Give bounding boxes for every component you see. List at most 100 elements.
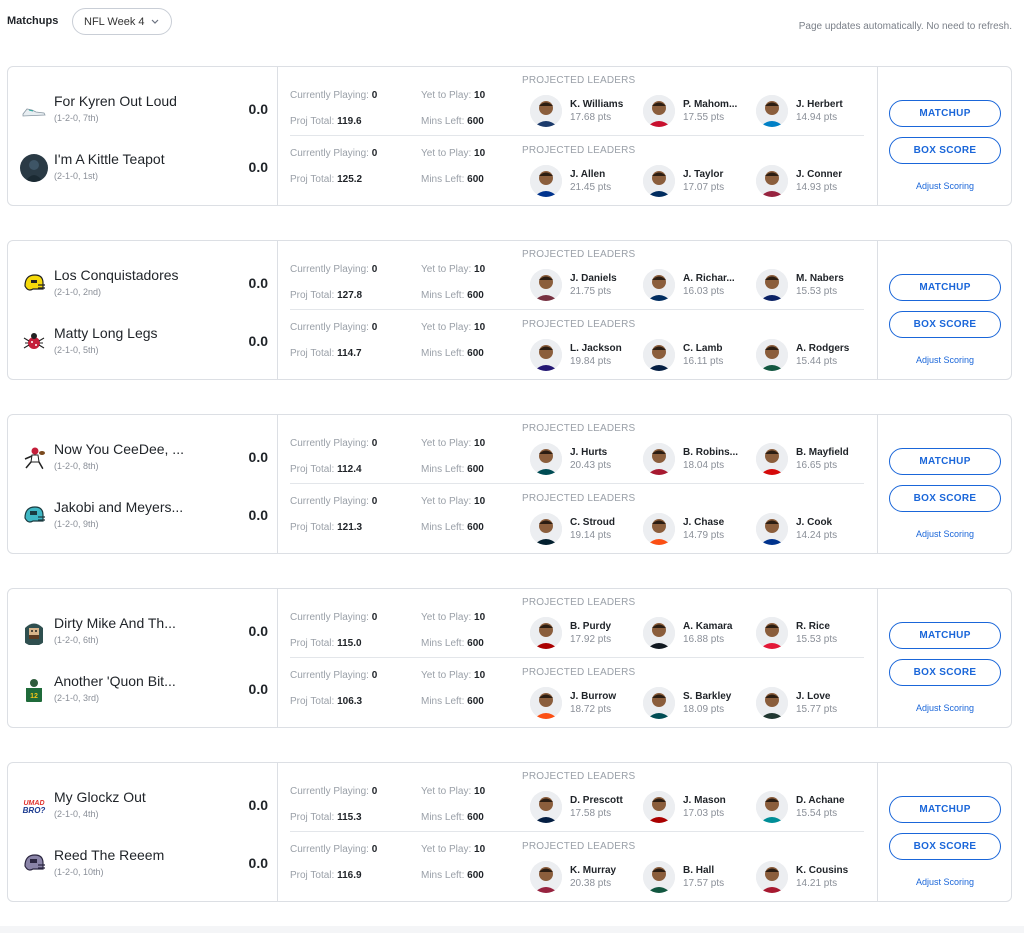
team-row[interactable]: For Kyren Out Loud (1-2-0, 7th) 0.0 (8, 80, 278, 138)
player-name[interactable]: A. Kamara (683, 621, 732, 632)
team-row[interactable]: 12 Another 'Quon Bit... (2-1-0, 3rd) 0.0 (8, 660, 278, 718)
player-leader[interactable]: A. Kamara 16.88 pts (643, 617, 755, 653)
player-name[interactable]: J. Chase (683, 517, 724, 528)
team-row[interactable]: Jakobi and Meyers... (1-2-0, 9th) 0.0 (8, 486, 278, 544)
player-leader[interactable]: D. Prescott 17.58 pts (530, 791, 642, 827)
box-score-button[interactable]: BOX SCORE (889, 311, 1001, 338)
player-leader[interactable]: J. Conner 14.93 pts (756, 165, 868, 201)
player-leader[interactable]: L. Jackson 19.84 pts (530, 339, 642, 375)
box-score-button[interactable]: BOX SCORE (889, 659, 1001, 686)
player-leader[interactable]: B. Hall 17.57 pts (643, 861, 755, 897)
matchup-button[interactable]: MATCHUP (889, 796, 1001, 823)
player-leader[interactable]: A. Richar... 16.03 pts (643, 269, 755, 305)
player-name[interactable]: J. Hurts (570, 447, 607, 458)
box-score-button[interactable]: BOX SCORE (889, 137, 1001, 164)
team-name[interactable]: Now You CeeDee, ... (54, 441, 184, 457)
player-name[interactable]: J. Taylor (683, 169, 723, 180)
player-name[interactable]: J. Mason (683, 795, 726, 806)
player-name[interactable]: K. Williams (570, 99, 623, 110)
team-name[interactable]: Jakobi and Meyers... (54, 499, 183, 515)
player-name[interactable]: J. Cook (796, 517, 832, 528)
team-name[interactable]: Los Conquistadores (54, 267, 179, 283)
team-row[interactable]: Los Conquistadores (2-1-0, 2nd) 0.0 (8, 254, 278, 312)
player-name[interactable]: B. Mayfield (796, 447, 849, 458)
team-name[interactable]: I'm A Kittle Teapot (54, 151, 165, 167)
player-leader[interactable]: M. Nabers 15.53 pts (756, 269, 868, 305)
player-leader[interactable]: K. Cousins 14.21 pts (756, 861, 868, 897)
player-leader[interactable]: J. Hurts 20.43 pts (530, 443, 642, 479)
player-leader[interactable]: C. Stroud 19.14 pts (530, 513, 642, 549)
player-leader[interactable]: J. Allen 21.45 pts (530, 165, 642, 201)
player-leader[interactable]: A. Rodgers 15.44 pts (756, 339, 868, 375)
player-name[interactable]: R. Rice (796, 621, 830, 632)
adjust-scoring-link[interactable]: Adjust Scoring (878, 181, 1012, 191)
matchup-button[interactable]: MATCHUP (889, 274, 1001, 301)
player-name[interactable]: C. Stroud (570, 517, 615, 528)
team-row[interactable]: UMAD BRO? My Glockz Out (2-1-0, 4th) 0.0 (8, 776, 278, 834)
player-leader[interactable]: J. Herbert 14.94 pts (756, 95, 868, 131)
player-leader[interactable]: B. Robins... 18.04 pts (643, 443, 755, 479)
player-leader[interactable]: J. Taylor 17.07 pts (643, 165, 755, 201)
player-name[interactable]: B. Purdy (570, 621, 611, 632)
player-leader[interactable]: K. Williams 17.68 pts (530, 95, 642, 131)
player-name[interactable]: D. Prescott (570, 795, 623, 806)
adjust-scoring-link[interactable]: Adjust Scoring (878, 703, 1012, 713)
player-name[interactable]: C. Lamb (683, 343, 722, 354)
week-select[interactable]: NFL Week 4 (72, 8, 172, 35)
player-leader[interactable]: S. Barkley 18.09 pts (643, 687, 755, 723)
player-leader[interactable]: J. Daniels 21.75 pts (530, 269, 642, 305)
player-name[interactable]: A. Richar... (683, 273, 735, 284)
player-name[interactable]: K. Murray (570, 865, 616, 876)
adjust-scoring-link[interactable]: Adjust Scoring (878, 529, 1012, 539)
player-leader[interactable]: R. Rice 15.53 pts (756, 617, 868, 653)
player-leader[interactable]: J. Mason 17.03 pts (643, 791, 755, 827)
box-score-button[interactable]: BOX SCORE (889, 485, 1001, 512)
player-name[interactable]: M. Nabers (796, 273, 844, 284)
player-leader[interactable]: J. Cook 14.24 pts (756, 513, 868, 549)
player-name[interactable]: B. Robins... (683, 447, 738, 458)
player-name[interactable]: J. Daniels (570, 273, 617, 284)
matchup-button[interactable]: MATCHUP (889, 100, 1001, 127)
matchup-button[interactable]: MATCHUP (889, 448, 1001, 475)
adjust-scoring-link[interactable]: Adjust Scoring (878, 877, 1012, 887)
adjust-scoring-link[interactable]: Adjust Scoring (878, 355, 1012, 365)
player-leader[interactable]: P. Mahom... 17.55 pts (643, 95, 755, 131)
mins-left-value: 600 (467, 348, 484, 359)
player-name[interactable]: J. Love (796, 691, 830, 702)
player-leader[interactable]: B. Purdy 17.92 pts (530, 617, 642, 653)
player-leader[interactable]: C. Lamb 16.11 pts (643, 339, 755, 375)
matchup-button[interactable]: MATCHUP (889, 622, 1001, 649)
player-leader[interactable]: J. Burrow 18.72 pts (530, 687, 642, 723)
player-name[interactable]: J. Conner (796, 169, 842, 180)
player-leader[interactable]: B. Mayfield 16.65 pts (756, 443, 868, 479)
box-score-button[interactable]: BOX SCORE (889, 833, 1001, 860)
player-avatar (530, 513, 562, 545)
team-name[interactable]: My Glockz Out (54, 789, 146, 805)
mins-left-stat: Mins Left: 600 (421, 638, 484, 649)
player-leader[interactable]: J. Chase 14.79 pts (643, 513, 755, 549)
player-name[interactable]: A. Rodgers (796, 343, 849, 354)
player-name[interactable]: S. Barkley (683, 691, 731, 702)
team-row[interactable]: Now You CeeDee, ... (1-2-0, 8th) 0.0 (8, 428, 278, 486)
player-leader[interactable]: J. Love 15.77 pts (756, 687, 868, 723)
team-row[interactable]: Reed The Reeem (1-2-0, 10th) 0.0 (8, 834, 278, 892)
player-name[interactable]: J. Herbert (796, 99, 843, 110)
player-leader[interactable]: K. Murray 20.38 pts (530, 861, 642, 897)
team-row[interactable]: Dirty Mike And Th... (1-2-0, 6th) 0.0 (8, 602, 278, 660)
player-name[interactable]: D. Achane (796, 795, 845, 806)
team-name[interactable]: Reed The Reeem (54, 847, 164, 863)
team-row[interactable]: I'm A Kittle Teapot (2-1-0, 1st) 0.0 (8, 138, 278, 196)
team-score: 0.0 (248, 623, 268, 639)
player-name[interactable]: K. Cousins (796, 865, 848, 876)
player-name[interactable]: L. Jackson (570, 343, 622, 354)
player-name[interactable]: J. Allen (570, 169, 605, 180)
player-name[interactable]: P. Mahom... (683, 99, 737, 110)
team-row[interactable]: Matty Long Legs (2-1-0, 5th) 0.0 (8, 312, 278, 370)
player-leader[interactable]: D. Achane 15.54 pts (756, 791, 868, 827)
player-name[interactable]: B. Hall (683, 865, 714, 876)
team-name[interactable]: Matty Long Legs (54, 325, 158, 341)
team-name[interactable]: Another 'Quon Bit... (54, 673, 176, 689)
player-name[interactable]: J. Burrow (570, 691, 616, 702)
team-name[interactable]: Dirty Mike And Th... (54, 615, 176, 631)
team-name[interactable]: For Kyren Out Loud (54, 93, 177, 109)
